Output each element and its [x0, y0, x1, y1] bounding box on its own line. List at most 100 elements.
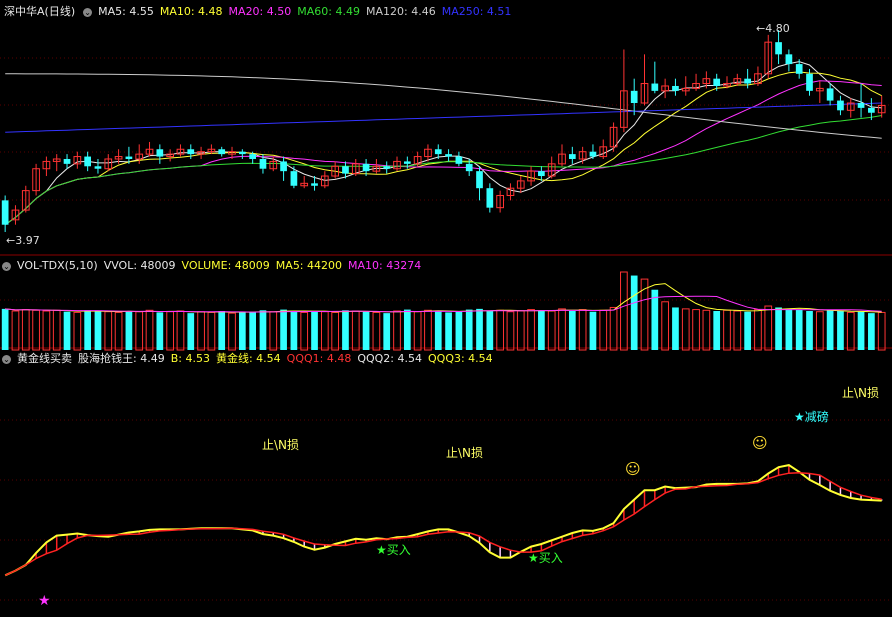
volume-bar: [104, 311, 113, 351]
candle-body: [434, 149, 442, 155]
volume-bar: [197, 311, 205, 351]
volume-bar: [846, 311, 855, 351]
candle-body: [744, 78, 751, 84]
volume-bar: [764, 305, 773, 351]
candle-body: [63, 158, 71, 164]
candle-body: [538, 171, 545, 177]
volume-bar: [547, 310, 556, 351]
candle-body: [785, 54, 793, 65]
volume-bar: [599, 309, 608, 351]
volume-bar: [1, 308, 9, 350]
smiley-icon-1: ☺: [625, 460, 641, 478]
volume-bar: [372, 311, 381, 351]
volume-bar: [269, 311, 278, 351]
stop-loss-label-1: 止\N损: [262, 438, 300, 452]
volume-bar: [661, 301, 669, 351]
volume-bar: [300, 311, 309, 351]
candle-body: [806, 73, 813, 91]
candle-body: [672, 85, 679, 91]
volume-bar: [311, 311, 318, 350]
volume-bar: [259, 310, 267, 350]
volume-bar: [424, 309, 432, 351]
volume-bar: [320, 311, 329, 351]
candle-body: [775, 42, 782, 55]
volume-bar: [744, 311, 751, 350]
volume-bar: [21, 309, 30, 351]
star-icon: ★: [38, 593, 51, 609]
volume-bar: [702, 309, 711, 351]
volume-bar: [868, 313, 875, 350]
stop-loss-label-3: 止\N损: [842, 386, 880, 400]
volume-bar: [362, 311, 370, 350]
volume-bar: [630, 275, 638, 350]
volume-bar: [280, 309, 287, 350]
volume-bar: [207, 311, 216, 351]
volume-bar: [651, 289, 659, 350]
volume-bar: [94, 311, 102, 350]
low-price-value: 3.97: [15, 234, 40, 247]
volume-bar: [342, 310, 349, 350]
candle-body: [403, 161, 411, 164]
candle-body: [713, 78, 721, 86]
candle-body: [857, 103, 865, 108]
volume-bar: [84, 310, 92, 350]
high-price-label: ←4.80: [756, 22, 790, 35]
volume-bar: [156, 312, 164, 350]
volume-bar: [187, 313, 195, 350]
stop-loss-label-2: 止\N损: [446, 446, 484, 460]
volume-bar: [176, 310, 185, 351]
volume-bar: [692, 309, 700, 351]
volume-bar: [52, 309, 61, 351]
volume-bar: [465, 309, 473, 350]
volume-bar: [476, 308, 483, 350]
volume-ma10-line: [5, 295, 882, 313]
candle-body: [238, 151, 246, 155]
volume-bar: [331, 311, 339, 351]
candle-body: [156, 149, 164, 157]
volume-bar: [290, 311, 298, 350]
volume-bar: [815, 311, 824, 351]
candle-body: [249, 154, 256, 159]
candle-body: [465, 163, 473, 172]
ma20-line: [4, 80, 882, 226]
volume-bar: [568, 311, 576, 350]
candle-body: [311, 183, 318, 186]
volume-bar: [806, 311, 813, 350]
stock-chart[interactable]: [0, 0, 892, 617]
volume-bar: [713, 311, 721, 350]
volume-bar: [166, 311, 175, 351]
candle-body: [795, 64, 803, 74]
candle-body: [84, 156, 92, 167]
candle-body: [362, 163, 370, 172]
candle-body: [383, 166, 391, 169]
volume-bar: [558, 308, 566, 351]
low-price-label: ←3.97: [6, 234, 40, 247]
volume-bar: [672, 307, 679, 350]
volume-bar: [393, 310, 401, 351]
candle-body: [125, 156, 133, 159]
volume-bar: [125, 311, 133, 350]
volume-bar: [837, 311, 844, 350]
candle-body: [342, 166, 349, 174]
reduce-label: ★减磅: [794, 410, 829, 424]
volume-bar: [238, 311, 246, 350]
volume-bar: [877, 311, 886, 351]
smiley-icon-2: ☺: [752, 434, 768, 452]
volume-bar: [775, 307, 782, 350]
volume-bar: [145, 309, 154, 351]
volume-bar: [857, 311, 865, 350]
candle-body: [826, 88, 834, 101]
volume-bar: [413, 311, 422, 351]
high-price-value: 4.80: [765, 22, 790, 35]
volume-bar: [496, 309, 504, 351]
volume-bar: [351, 310, 360, 351]
candle-body: [218, 149, 226, 155]
volume-bar: [73, 311, 82, 351]
volume-bar: [32, 309, 40, 351]
volume-bar: [578, 309, 587, 351]
volume-bar: [403, 309, 411, 350]
candle-body: [259, 158, 267, 169]
volume-bar: [609, 306, 618, 351]
ma60-line: [4, 115, 882, 226]
volume-bar: [383, 313, 391, 350]
